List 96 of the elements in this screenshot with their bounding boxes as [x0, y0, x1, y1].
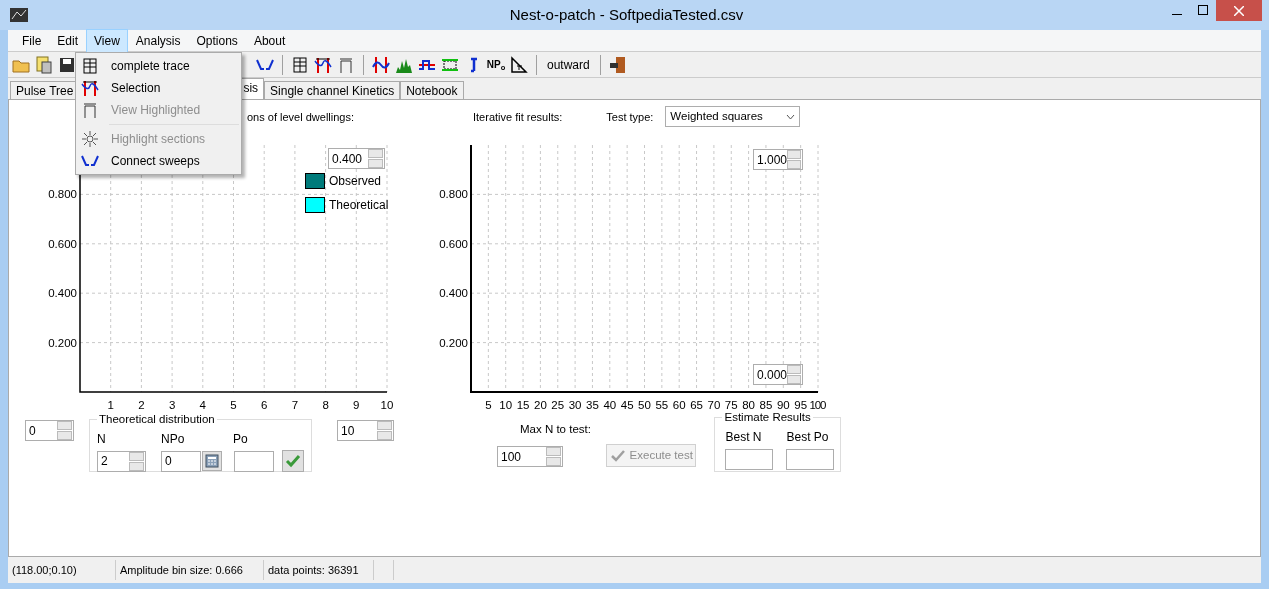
panel-heading: ons of level dwellings: — [247, 110, 354, 125]
field-label: Po — [233, 431, 249, 448]
axis-label: 6 — [261, 399, 268, 411]
minimize-icon — [1172, 13, 1182, 15]
axis-label: 75 — [724, 399, 738, 411]
check-icon — [285, 454, 301, 468]
axis-label: 45 — [620, 399, 634, 411]
spin-box[interactable]: 0.000 — [753, 364, 803, 385]
axis-label: 5 — [485, 399, 492, 411]
field-label: Test type: — [606, 110, 654, 125]
axis-label: 0.600 — [439, 237, 468, 250]
axis-label: 4 — [199, 399, 206, 411]
axis-label: 55 — [655, 399, 669, 411]
menu-item[interactable]: complete trace — [78, 55, 239, 77]
menu-item[interactable]: View — [86, 28, 128, 53]
axis-label: 7 — [291, 399, 299, 411]
input-field[interactable] — [234, 450, 274, 472]
axis-label: 9 — [353, 399, 360, 411]
calculator-icon — [205, 454, 219, 468]
close-icon — [1234, 5, 1244, 16]
wave-icon[interactable] — [371, 54, 391, 75]
axis-label: 3 — [168, 399, 176, 411]
axis-label: 30 — [568, 399, 582, 411]
group-title: Estimate Results — [722, 410, 813, 424]
axis-label: 100 — [809, 399, 827, 411]
outward-button[interactable]: outward — [544, 55, 593, 74]
axis-label: 0.400 — [48, 287, 77, 300]
menu-item[interactable]: Analysis — [127, 28, 189, 53]
door-icon[interactable] — [607, 54, 628, 75]
axis-label: 90 — [776, 399, 790, 411]
spin-box[interactable]: 10 — [337, 420, 394, 441]
confirm-button[interactable] — [282, 450, 304, 472]
spin-box[interactable]: 0.400 — [328, 148, 385, 169]
calculator-button[interactable] — [202, 451, 222, 471]
menu-item[interactable]: About — [245, 28, 294, 53]
axis-label: 40 — [603, 399, 617, 411]
input-field[interactable]: 0 — [161, 450, 201, 472]
axis-label: 10 — [380, 399, 394, 411]
panel-heading: Iterative fit results: — [473, 110, 563, 125]
axis-label: 15 — [516, 399, 530, 411]
field-label: Best Po — [786, 429, 829, 446]
input-field[interactable] — [725, 449, 774, 470]
status-text: (118.00;0.10) — [8, 560, 116, 580]
npo-button[interactable]: NP$_{o}$ — [486, 57, 506, 72]
axis-label: 1 — [107, 399, 114, 411]
axis-label: 0.200 — [439, 336, 468, 349]
axis-label: 35 — [586, 399, 599, 411]
status-text: Amplitude bin size: 0.666 — [116, 560, 264, 580]
axis-label: 60 — [672, 399, 686, 411]
axis-label: 20 — [534, 399, 547, 411]
legend-label: Observed — [329, 173, 382, 190]
axis-label: 25 — [551, 399, 565, 411]
axis-label: 70 — [707, 399, 721, 411]
axis-label: 95 — [794, 399, 808, 411]
axis-label: 0.600 — [48, 237, 77, 250]
menu-item[interactable]: Connect sweeps — [78, 150, 239, 172]
field-label: NPo — [161, 431, 186, 448]
status-text: data points: 36391 — [264, 560, 374, 580]
app-icon — [9, 5, 29, 25]
menu-item[interactable]: File — [14, 28, 50, 53]
axis-label: 5 — [230, 399, 237, 411]
axis-label: 0.800 — [48, 188, 77, 201]
axis-label: 0.800 — [439, 188, 468, 201]
axis-label: 50 — [638, 399, 651, 411]
menu-item[interactable]: Options — [188, 28, 246, 53]
axis-label: 65 — [690, 399, 703, 411]
tab[interactable]: Notebook — [400, 81, 464, 99]
triangle-icon[interactable] — [509, 54, 529, 75]
field-label: Max N to test: — [520, 422, 591, 437]
caret-icon — [786, 113, 796, 120]
check-icon — [609, 449, 626, 462]
close-button[interactable] — [1216, 0, 1262, 21]
spin-box[interactable]: 100 — [497, 446, 563, 468]
menu-item[interactable]: Selection — [78, 77, 239, 99]
legend-label: Theoretical — [329, 197, 389, 214]
axis-label: 0.200 — [48, 336, 77, 349]
spin-box[interactable]: 0 — [25, 420, 74, 441]
axis-label: 10 — [499, 399, 513, 411]
axis-label: 80 — [742, 399, 755, 411]
axis-label: 0.400 — [439, 287, 468, 300]
axis-label: 2 — [138, 399, 145, 411]
axis-label: 85 — [759, 399, 773, 411]
field-label: N — [97, 431, 107, 448]
test-type-dropdown[interactable]: Weighted squares — [665, 106, 801, 127]
tab[interactable]: Single channel Kinetics — [264, 81, 401, 99]
trace-icon[interactable] — [290, 54, 310, 75]
axis-label: 8 — [322, 399, 329, 411]
selection-icon — [78, 78, 102, 98]
group-title: Theoretical distribution — [97, 412, 217, 426]
menu-item[interactable]: Edit — [49, 28, 87, 53]
spin-box[interactable]: 1.000 — [753, 149, 803, 170]
window-title: Nest-o-patch - SoftpediaTested.csv — [508, 4, 745, 25]
maximize-icon — [1198, 5, 1208, 15]
spin-box[interactable]: 2 — [97, 450, 146, 472]
input-field[interactable] — [786, 449, 835, 470]
field-label: Best N — [725, 429, 763, 446]
